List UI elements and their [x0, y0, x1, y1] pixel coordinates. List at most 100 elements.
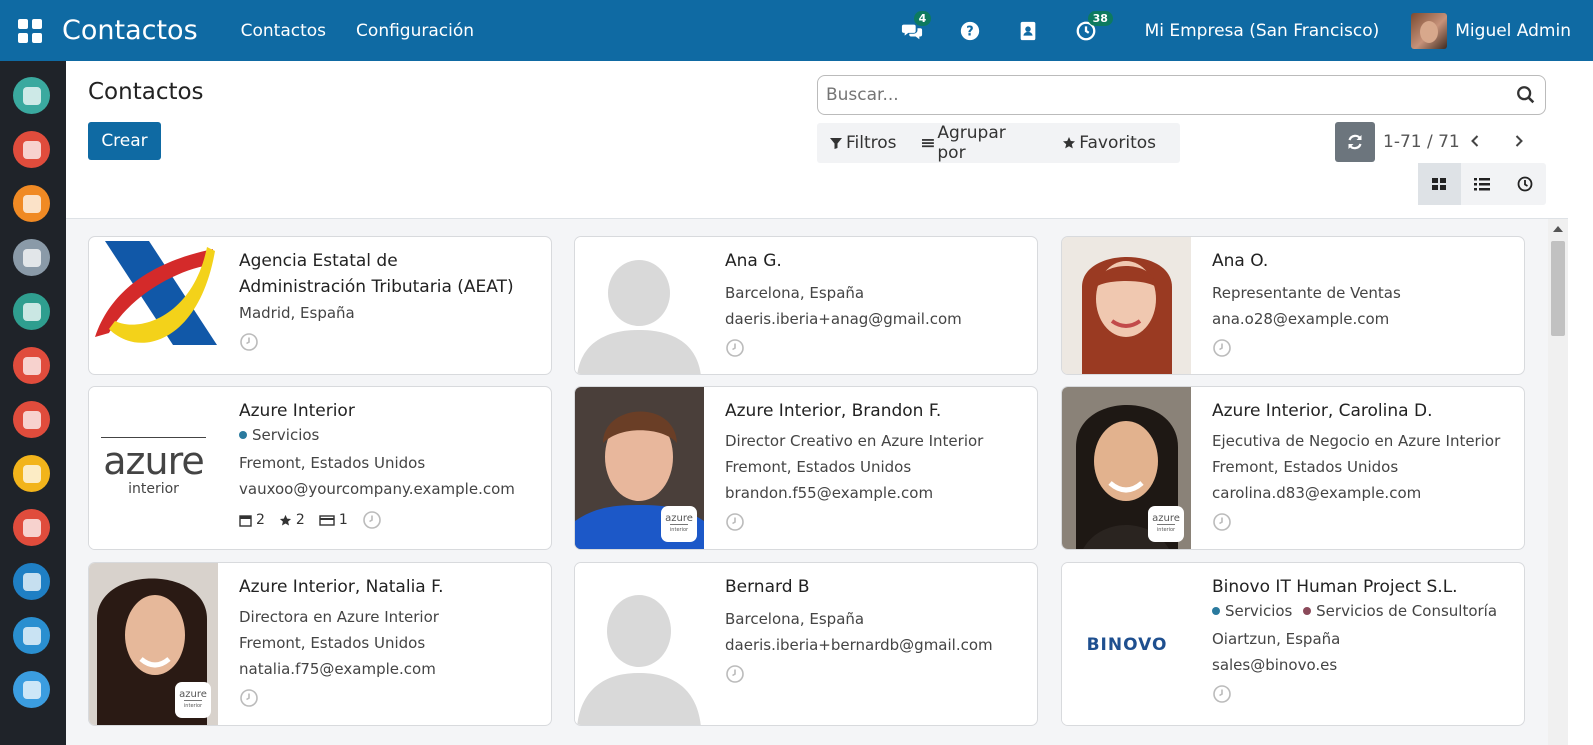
activity-clock-icon[interactable] — [362, 510, 382, 530]
contact-card[interactable]: Ana O. Representante de Ventas ana.o28@e… — [1061, 236, 1525, 375]
contact-card[interactable]: Bernard B Barcelona, España daeris.iberi… — [574, 562, 1038, 726]
tag-color-dot — [1212, 607, 1220, 615]
address-book-icon — [1020, 21, 1035, 40]
tag-servicios: Servicios — [252, 426, 320, 444]
apps-menu-button[interactable] — [0, 0, 60, 61]
credit-card-icon — [319, 514, 335, 526]
filters-button[interactable]: Filtros — [829, 133, 897, 153]
contact-job: Ejecutiva de Negocio en Azure Interior — [1212, 432, 1501, 450]
contact-name: Azure Interior, Brandon F. — [725, 401, 942, 421]
contact-photo: azure interior — [1062, 387, 1191, 549]
refresh-button[interactable] — [1335, 122, 1375, 162]
sidebar-app-icon[interactable] — [13, 347, 50, 384]
contact-location: Oiartzun, España — [1212, 630, 1341, 648]
svg-text:?: ? — [966, 24, 973, 39]
search-input[interactable] — [818, 85, 1515, 105]
contact-card[interactable]: BINOVO Binovo IT Human Project S.L. Serv… — [1061, 562, 1525, 726]
sidebar-app-icon[interactable] — [13, 185, 50, 222]
activity-clock-icon[interactable] — [725, 512, 745, 532]
company-logo — [89, 237, 218, 374]
activities-badge: 38 — [1087, 10, 1113, 26]
sidebar-app-icon[interactable] — [13, 293, 50, 330]
invoices-count: 1 — [338, 512, 348, 528]
company-switcher[interactable]: Mi Empresa (San Francisco) — [1145, 21, 1380, 41]
list-icon — [1474, 178, 1490, 191]
app-glyph-icon — [22, 140, 41, 159]
contact-email: carolina.d83@example.com — [1212, 484, 1422, 502]
contacts-kanban: Agencia Estatal de Administración Tribut… — [66, 219, 1548, 745]
app-glyph-icon — [22, 680, 41, 699]
mini-logo-subtext: interior — [1156, 523, 1176, 535]
contact-card[interactable]: azure interior Azure Interior, Brandon F.… — [574, 386, 1038, 550]
tag-servicios: Servicios — [1225, 602, 1293, 620]
sidebar-app-icon[interactable] — [13, 563, 50, 600]
pager-value[interactable]: 1-71 / 71 — [1383, 132, 1460, 152]
contact-card[interactable]: azure interior Azure Interior Servicios … — [88, 386, 552, 550]
contact-location: Fremont, Estados Unidos — [239, 454, 426, 472]
contact-card[interactable]: Ana G. Barcelona, España daeris.iberia+a… — [574, 236, 1038, 375]
grid-icon — [18, 18, 42, 43]
menu-contactos[interactable]: Contactos — [241, 21, 326, 41]
contact-name: Agencia Estatal de — [239, 251, 398, 271]
sidebar-app-icon[interactable] — [13, 455, 50, 492]
user-menu[interactable]: Miguel Admin — [1411, 12, 1571, 49]
app-glyph-icon — [22, 410, 41, 429]
kanban-view-button[interactable] — [1418, 163, 1461, 205]
logo-divider — [101, 437, 206, 438]
help-button[interactable]: ? — [956, 17, 984, 45]
contact-email: brandon.f55@example.com — [725, 484, 934, 502]
activity-clock-icon[interactable] — [239, 332, 259, 352]
activity-view-button[interactable] — [1503, 163, 1546, 205]
contact-location: Fremont, Estados Unidos — [239, 634, 426, 652]
activity-clock-icon[interactable] — [1212, 512, 1232, 532]
contacts-book-button[interactable] — [1014, 17, 1042, 45]
placeholder-avatar — [575, 563, 704, 725]
favorites-button[interactable]: Favoritos — [1062, 133, 1156, 153]
refresh-icon — [1348, 134, 1362, 150]
kanban-scrollbar[interactable] — [1548, 219, 1568, 745]
app-glyph-icon — [22, 464, 41, 483]
sidebar-app-icon[interactable] — [13, 239, 50, 276]
activity-clock-icon[interactable] — [725, 664, 745, 684]
activity-clock-icon[interactable] — [725, 338, 745, 358]
opportunities-stat[interactable]: 2 — [279, 512, 305, 528]
sidebar-app-icon[interactable] — [13, 77, 50, 114]
mini-logo-text: azure — [665, 512, 693, 524]
invoices-stat[interactable]: 1 — [319, 512, 348, 528]
scroll-up-arrow-icon[interactable] — [1553, 226, 1563, 232]
tag-list: Servicios Servicios de Consultoría — [1212, 600, 1514, 622]
contact-card[interactable]: Agencia Estatal de Administración Tribut… — [88, 236, 552, 375]
search-bar — [817, 75, 1546, 115]
contact-card[interactable]: azure interior Azure Interior, Carolina D… — [1061, 386, 1525, 550]
sidebar-app-icon[interactable] — [13, 617, 50, 654]
messages-button[interactable]: 4 — [898, 10, 932, 45]
chevron-right-icon — [1515, 135, 1523, 147]
list-view-button[interactable] — [1461, 163, 1504, 205]
search-icon[interactable] — [1515, 84, 1537, 106]
app-glyph-icon — [22, 302, 41, 321]
sidebar-app-icon[interactable] — [13, 131, 50, 168]
menu-configuracion[interactable]: Configuración — [356, 21, 474, 41]
activity-clock-icon[interactable] — [1212, 338, 1232, 358]
contact-email: daeris.iberia+anag@gmail.com — [725, 310, 962, 328]
scroll-thumb[interactable] — [1551, 241, 1565, 336]
activity-clock-icon[interactable] — [239, 688, 259, 708]
sidebar-app-icon[interactable] — [13, 509, 50, 546]
tag-color-dot — [1303, 607, 1312, 615]
pager-previous-button[interactable] — [1463, 129, 1487, 153]
meetings-stat[interactable]: 2 — [239, 512, 265, 528]
activity-clock-icon[interactable] — [1212, 684, 1232, 704]
contact-card[interactable]: azure interior Azure Interior, Natalia F.… — [88, 562, 552, 726]
contact-name: Bernard B — [725, 577, 810, 597]
groupby-button[interactable]: Agrupar por — [921, 123, 1039, 163]
app-title[interactable]: Contactos — [62, 15, 198, 46]
aeat-logo — [95, 241, 217, 345]
pager-next-button[interactable] — [1507, 129, 1531, 153]
contact-location: Madrid, España — [239, 304, 355, 322]
favorites-label: Favoritos — [1079, 133, 1156, 153]
contact-photo — [1062, 237, 1191, 374]
create-button[interactable]: Crear — [88, 122, 161, 160]
activities-button[interactable]: 38 — [1072, 10, 1113, 45]
sidebar-app-icon[interactable] — [13, 671, 50, 708]
sidebar-app-icon[interactable] — [13, 401, 50, 438]
